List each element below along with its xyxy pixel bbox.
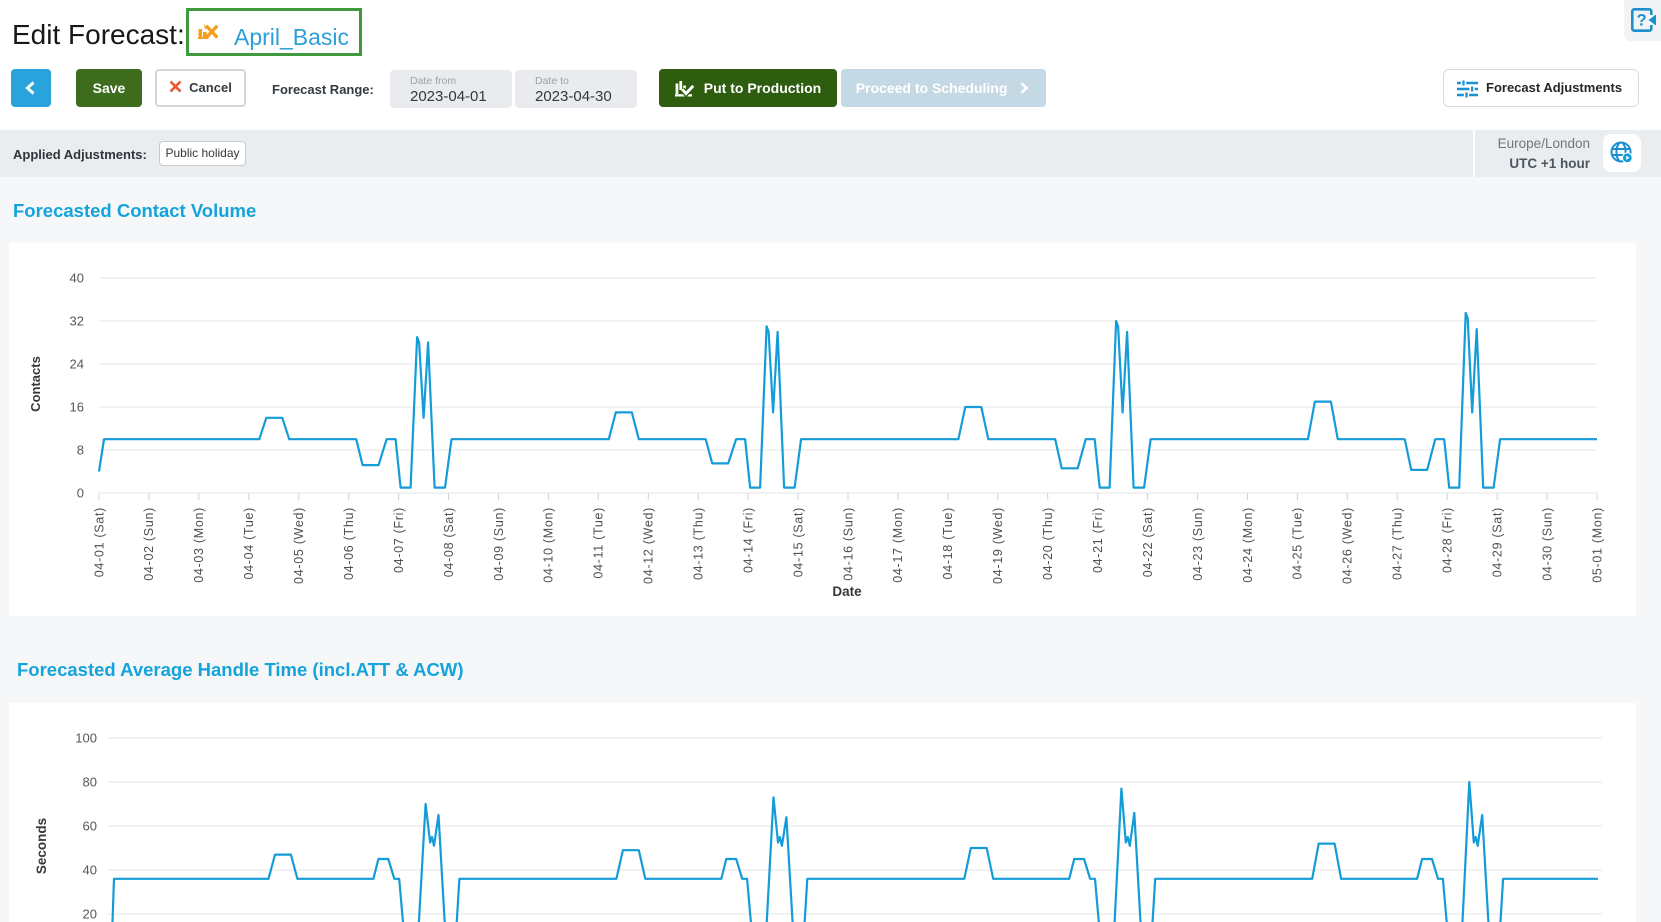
svg-text:04-25 (Tue): 04-25 (Tue) <box>1291 507 1305 580</box>
svg-text:Contacts: Contacts <box>28 356 43 412</box>
svg-text:04-19 (Wed): 04-19 (Wed) <box>991 507 1005 584</box>
svg-text:04-05 (Wed): 04-05 (Wed) <box>292 507 306 584</box>
svg-text:04-09 (Sun): 04-09 (Sun) <box>492 507 506 581</box>
svg-text:04-14 (Fri): 04-14 (Fri) <box>741 507 755 573</box>
svg-text:?: ? <box>1637 12 1647 30</box>
svg-text:16: 16 <box>70 400 84 415</box>
svg-text:8: 8 <box>77 443 84 458</box>
svg-text:100: 100 <box>75 731 97 746</box>
svg-text:04-06 (Thu): 04-06 (Thu) <box>342 507 356 580</box>
svg-text:04-20 (Thu): 04-20 (Thu) <box>1041 507 1055 580</box>
svg-text:24: 24 <box>70 357 84 372</box>
svg-text:Seconds: Seconds <box>34 818 49 874</box>
svg-text:04-27 (Thu): 04-27 (Thu) <box>1391 507 1405 580</box>
svg-text:40: 40 <box>83 863 97 878</box>
svg-text:05-01 (Mon): 05-01 (Mon) <box>1590 507 1604 583</box>
svg-text:04-30 (Sun): 04-30 (Sun) <box>1540 507 1554 581</box>
svg-text:04-22 (Sat): 04-22 (Sat) <box>1141 507 1155 577</box>
svg-text:04-12 (Wed): 04-12 (Wed) <box>642 507 656 584</box>
svg-text:Date: Date <box>832 584 862 599</box>
svg-text:04-24 (Mon): 04-24 (Mon) <box>1241 507 1255 583</box>
svg-text:04-13 (Thu): 04-13 (Thu) <box>692 507 706 580</box>
svg-text:04-15 (Sat): 04-15 (Sat) <box>791 507 805 577</box>
svg-text:60: 60 <box>83 819 97 834</box>
svg-text:04-26 (Wed): 04-26 (Wed) <box>1341 507 1355 584</box>
svg-text:04-21 (Fri): 04-21 (Fri) <box>1091 507 1105 573</box>
svg-text:32: 32 <box>70 314 84 329</box>
svg-text:20: 20 <box>83 907 97 922</box>
svg-text:04-10 (Mon): 04-10 (Mon) <box>542 507 556 583</box>
svg-text:40: 40 <box>70 271 84 286</box>
svg-text:04-02 (Sun): 04-02 (Sun) <box>142 507 156 581</box>
svg-text:04-18 (Tue): 04-18 (Tue) <box>941 507 955 580</box>
svg-text:80: 80 <box>83 775 97 790</box>
svg-text:04-08 (Sat): 04-08 (Sat) <box>442 507 456 577</box>
svg-text:04-17 (Mon): 04-17 (Mon) <box>891 507 905 583</box>
svg-text:04-28 (Fri): 04-28 (Fri) <box>1441 507 1455 573</box>
svg-text:04-29 (Sat): 04-29 (Sat) <box>1490 507 1504 577</box>
svg-text:04-16 (Sun): 04-16 (Sun) <box>841 507 855 581</box>
svg-text:0: 0 <box>77 486 84 501</box>
svg-text:04-04 (Tue): 04-04 (Tue) <box>242 507 256 580</box>
svg-text:04-01 (Sat): 04-01 (Sat) <box>92 507 106 577</box>
svg-text:04-11 (Tue): 04-11 (Tue) <box>592 507 606 579</box>
svg-text:04-23 (Sun): 04-23 (Sun) <box>1191 507 1205 581</box>
svg-text:04-07 (Fri): 04-07 (Fri) <box>392 507 406 573</box>
svg-text:04-03 (Mon): 04-03 (Mon) <box>192 507 206 583</box>
